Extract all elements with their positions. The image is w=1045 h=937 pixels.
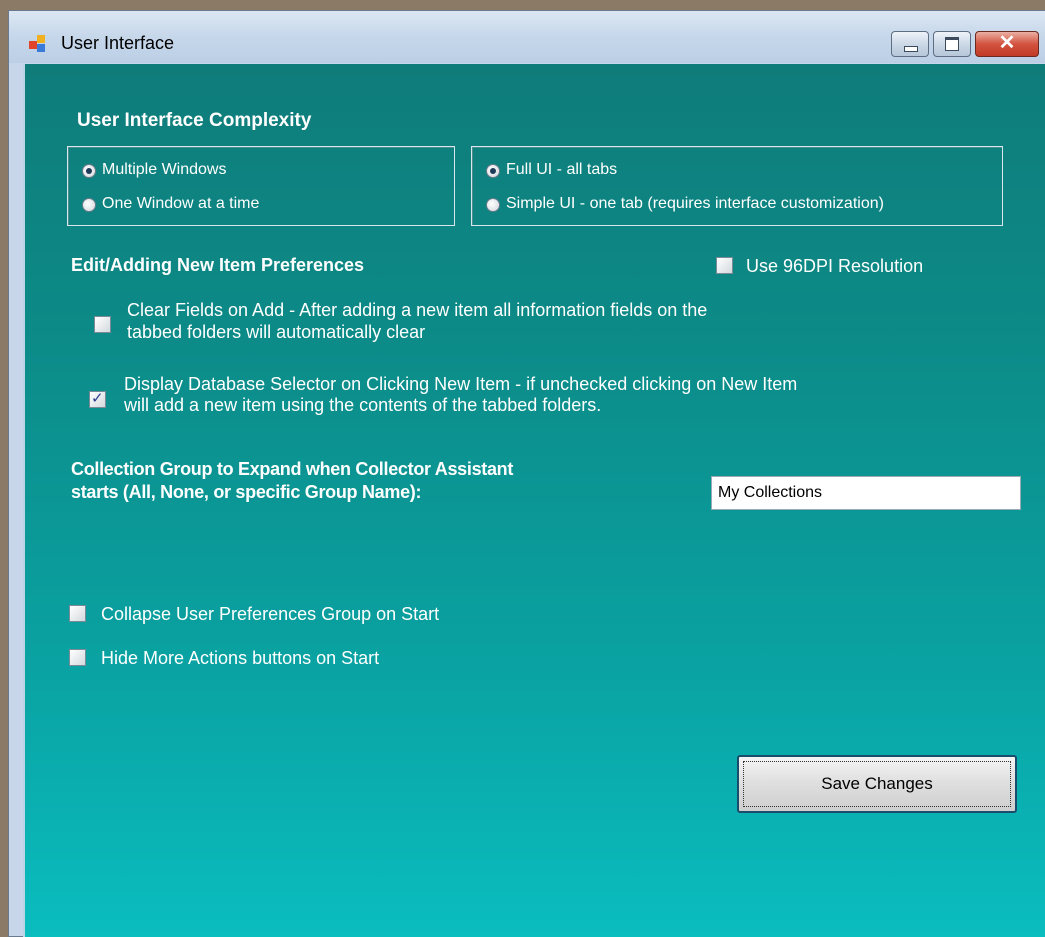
full-ui-radio[interactable]	[486, 164, 500, 178]
hide-more-actions-checkbox[interactable]	[69, 649, 86, 666]
multiple-windows-label[interactable]: Multiple Windows	[102, 161, 226, 179]
hide-more-actions-label[interactable]: Hide More Actions buttons on Start	[101, 648, 379, 669]
clear-fields-label-line2[interactable]: tabbed folders will automatically clear	[127, 322, 425, 343]
client-area: User Interface Complexity Multiple Windo…	[23, 64, 1045, 937]
window-title: User Interface	[61, 33, 175, 53]
display-db-selector-label-line1[interactable]: Display Database Selector on Clicking Ne…	[124, 374, 797, 395]
maximize-icon	[945, 37, 959, 51]
save-changes-label: Save Changes	[821, 774, 933, 793]
use-96dpi-label[interactable]: Use 96DPI Resolution	[746, 256, 923, 277]
user-interface-window: User Interface ✕ User Interface Complexi…	[8, 10, 1045, 937]
save-changes-button[interactable]: Save Changes	[737, 755, 1017, 813]
app-icon	[29, 35, 49, 53]
one-window-radio[interactable]	[82, 198, 96, 212]
collection-group-input[interactable]	[711, 476, 1021, 510]
simple-ui-radio[interactable]	[486, 198, 500, 212]
display-db-selector-checkbox[interactable]	[89, 389, 106, 408]
complexity-heading: User Interface Complexity	[77, 110, 312, 131]
clear-fields-label-line1[interactable]: Clear Fields on Add - After adding a new…	[127, 300, 707, 321]
collapse-prefs-label[interactable]: Collapse User Preferences Group on Start	[101, 604, 439, 625]
collapse-prefs-checkbox[interactable]	[69, 605, 86, 622]
full-ui-label[interactable]: Full UI - all tabs	[506, 161, 617, 179]
use-96dpi-checkbox[interactable]	[716, 257, 733, 274]
collection-group-label-line2: starts (All, None, or specific Group Nam…	[71, 482, 422, 502]
minimize-button[interactable]	[891, 31, 929, 57]
minimize-icon	[904, 46, 918, 52]
maximize-button[interactable]	[933, 31, 971, 57]
display-db-selector-label-line2[interactable]: will add a new item using the contents o…	[124, 395, 601, 416]
ui-mode-group: Full UI - all tabs Simple UI - one tab (…	[471, 146, 1003, 226]
one-window-label[interactable]: One Window at a time	[102, 195, 259, 213]
multiple-windows-radio[interactable]	[82, 164, 96, 178]
title-bar[interactable]: User Interface ✕	[9, 11, 1045, 63]
close-icon: ✕	[998, 32, 1016, 54]
window-mode-group: Multiple Windows One Window at a time	[67, 146, 455, 226]
close-button[interactable]: ✕	[975, 31, 1039, 57]
edit-prefs-heading: Edit/Adding New Item Preferences	[71, 255, 365, 275]
collection-group-label-line1: Collection Group to Expand when Collecto…	[71, 459, 514, 479]
simple-ui-label[interactable]: Simple UI - one tab (requires interface …	[506, 195, 884, 213]
clear-fields-checkbox[interactable]	[94, 316, 111, 333]
